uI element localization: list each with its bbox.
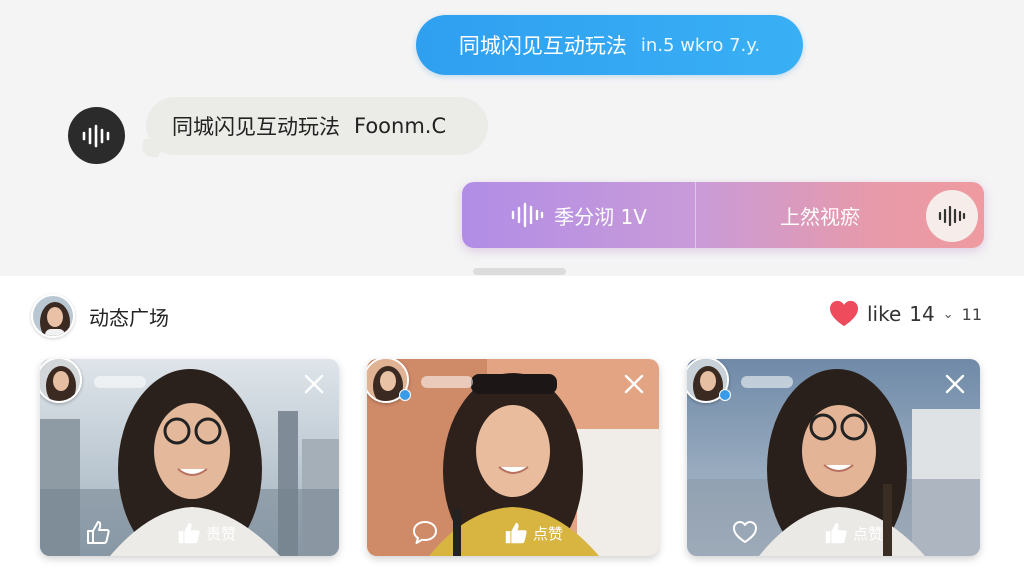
incoming-message-trail: Foonm.C xyxy=(354,114,447,138)
outgoing-message-text: 同城闪见互动玩法 xyxy=(458,34,627,58)
feed-card[interactable]: 点赞 xyxy=(367,359,659,556)
like-button-label: 点赞 xyxy=(853,524,884,543)
close-icon[interactable] xyxy=(944,373,966,395)
card-name-placeholder xyxy=(741,376,793,388)
feed-title: 动态广场 xyxy=(89,305,169,330)
feed-card[interactable]: 点赞 xyxy=(687,359,980,556)
chat-area: 同城闪见互动玩法 in.5 wkro 7.y. 同城闪见互动玩法 Foonm.C xyxy=(0,0,1024,276)
user-avatar[interactable] xyxy=(31,294,75,338)
heart-icon xyxy=(829,300,858,327)
voice-assistant-avatar[interactable] xyxy=(68,107,125,164)
chevron-down-icon[interactable]: ⌄ xyxy=(943,307,954,322)
thumbs-up-icon xyxy=(505,522,527,544)
outgoing-message-bubble[interactable]: 同城闪见互动玩法 in.5 wkro 7.y. xyxy=(416,15,803,75)
comment-icon[interactable] xyxy=(411,518,439,546)
incoming-message-text: 同城闪见互动玩法 xyxy=(172,115,340,139)
close-icon[interactable] xyxy=(303,373,325,395)
voice-record-label: 季分沏 1V xyxy=(554,204,647,229)
verified-badge-icon xyxy=(399,389,411,401)
close-icon[interactable] xyxy=(623,373,645,395)
like-button-label: 点赞 xyxy=(533,524,564,543)
verified-badge-icon xyxy=(719,389,731,401)
like-button[interactable]: 点赞 xyxy=(503,520,563,546)
like-label: like xyxy=(866,302,902,326)
like-button-label: 责赞 xyxy=(206,524,237,543)
feed-header: 动态广场 xyxy=(31,294,169,338)
feed-panel: 动态广场 like 14 ⌄ 11 责赞 点赞 点赞 xyxy=(0,276,1024,576)
soundwave-icon xyxy=(938,205,966,227)
incoming-message-bubble[interactable]: 同城闪见互动玩法 Foonm.C xyxy=(146,97,488,155)
card-name-placeholder xyxy=(421,376,473,388)
like-button[interactable]: 点赞 xyxy=(823,520,883,546)
voice-input-bar[interactable]: 季分沏 1V 上然视瘀 xyxy=(462,182,984,248)
soundwave-icon xyxy=(511,202,544,228)
like-button[interactable]: 责赞 xyxy=(176,520,236,546)
card-name-placeholder xyxy=(94,376,146,388)
feed-cards: 责赞 点赞 点赞 xyxy=(40,359,990,559)
thumbs-up-outline-icon[interactable] xyxy=(84,518,112,546)
feed-card[interactable]: 责赞 xyxy=(40,359,339,556)
like-summary[interactable]: like 14 ⌄ 11 xyxy=(829,300,982,328)
thumbs-up-icon xyxy=(178,522,200,544)
soundwave-icon xyxy=(82,124,109,147)
heart-comment-icon[interactable] xyxy=(731,518,759,546)
drag-handle[interactable] xyxy=(473,268,566,275)
outgoing-message-trail: in.5 wkro 7.y. xyxy=(640,34,761,56)
like-count: 14 xyxy=(909,302,935,326)
voice-record-segment[interactable]: 季分沏 1V xyxy=(462,182,696,248)
voice-send-button[interactable] xyxy=(926,190,978,242)
thumbs-up-icon xyxy=(825,522,847,544)
voice-video-label: 上然视瘀 xyxy=(780,204,860,229)
secondary-count: 11 xyxy=(961,304,982,324)
